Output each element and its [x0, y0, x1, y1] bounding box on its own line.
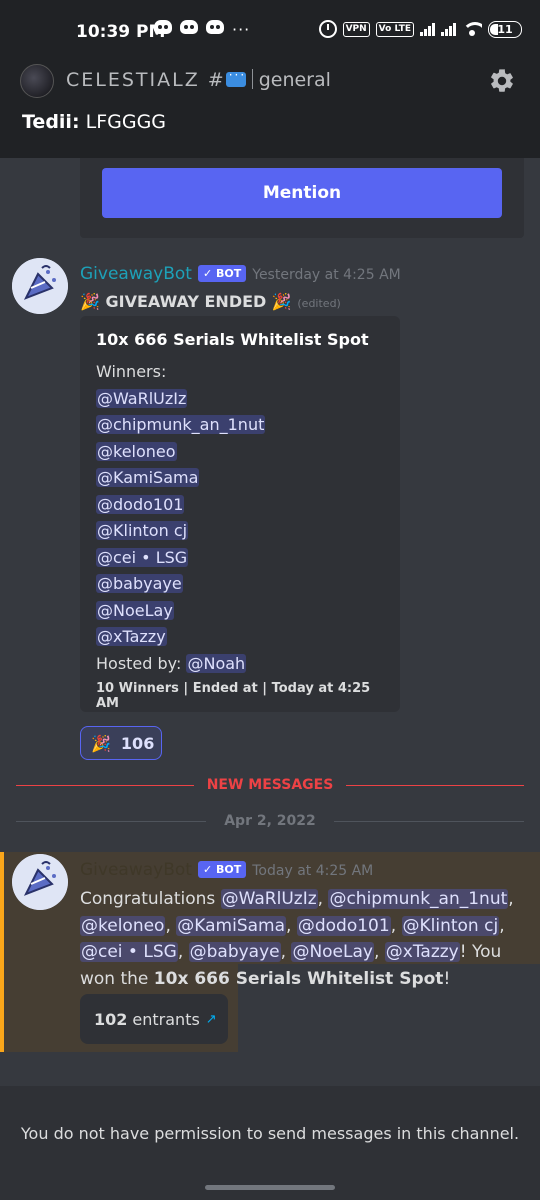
title-divider — [251, 69, 253, 89]
discord-notification-icon — [154, 20, 172, 34]
alarm-icon — [318, 20, 337, 38]
server-icon[interactable] — [20, 64, 54, 98]
date-label: Apr 2, 2022 — [224, 813, 316, 829]
entrants-link[interactable]: 102 entrants ↗ — [80, 994, 228, 1044]
user-mention[interactable]: @cei • LSG — [96, 547, 189, 567]
message-composer: You do not have permission to send messa… — [0, 1086, 540, 1200]
winners-label: Winners: — [96, 362, 167, 381]
home-indicator[interactable] — [205, 1185, 335, 1190]
signal-icon — [441, 22, 456, 36]
mention-button[interactable]: Mention — [102, 168, 502, 218]
prize-text: 10x 666 Serials Whitelist Spot — [153, 968, 444, 989]
user-mention[interactable]: @WaRlUzIz — [220, 889, 318, 909]
date-divider: Apr 2, 2022 — [16, 813, 524, 831]
user-mention[interactable]: @NoeLay — [96, 600, 174, 620]
discord-notification-icon — [206, 20, 224, 34]
user-mention[interactable]: @Klinton cj — [96, 521, 189, 540]
bot-avatar[interactable] — [12, 854, 68, 910]
topic-text: LFGGGG — [85, 111, 167, 133]
system-icons: VPN Vo LTE 11 — [318, 20, 522, 38]
end-punctuation: ! — [443, 968, 451, 989]
author-name[interactable]: GiveawayBot — [80, 860, 192, 880]
entrants-count: 102 — [94, 1009, 128, 1029]
bot-badge: ✓ BOT — [197, 265, 247, 282]
gear-icon[interactable] — [488, 67, 516, 95]
channel-name: general — [258, 69, 331, 91]
user-mention[interactable]: @WaRlUzIz — [96, 388, 188, 408]
message-header: GiveawayBot ✓ BOT Yesterday at 4:25 AM — [80, 264, 401, 284]
notification-icons — [154, 20, 224, 34]
signal-icon — [420, 22, 435, 36]
user-mention[interactable]: @xTazzy — [96, 627, 167, 646]
giveaway-ended-text: GIVEAWAY ENDED — [105, 292, 267, 311]
embed-footer: 10 Winners | Ended at | Today at 4:25 AM — [96, 681, 371, 711]
user-mention[interactable]: @dodo101 — [296, 915, 391, 936]
user-mention[interactable]: @chipmunk_an_1nut — [328, 889, 509, 909]
host-mention[interactable]: @Noah — [186, 653, 247, 673]
message-content: Congratulations @WaRlUzIz, @chipmunk_an_… — [80, 889, 514, 989]
bot-avatar[interactable] — [12, 258, 68, 314]
tada-reaction[interactable]: 🎉 106 — [80, 726, 162, 760]
more-notifications-icon: ··· — [232, 20, 251, 39]
battery-icon: 11 — [488, 20, 522, 38]
battery-level: 11 — [497, 22, 513, 36]
giveaway-embed: 10x 666 Serials Whitelist Spot Winners: … — [80, 316, 400, 712]
hosted-by-label: Hosted by: — [96, 653, 182, 673]
party-popper-icon — [12, 258, 68, 314]
user-mention[interactable]: @babyaye — [188, 942, 281, 962]
clock: 10:39 PM — [76, 22, 166, 42]
tada-icon: 🎉 — [271, 292, 292, 311]
congrats-text: Congratulations — [80, 889, 216, 909]
entrants-label: entrants — [132, 1009, 200, 1029]
user-mention[interactable]: @Klinton cj — [401, 915, 500, 936]
topic-author: Tedii: — [22, 111, 80, 133]
user-mention[interactable]: @dodo101 — [96, 494, 185, 514]
volte-icon: Vo LTE — [375, 21, 414, 37]
message-timestamp: Today at 4:25 AM — [252, 863, 374, 879]
vpn-icon: VPN — [342, 21, 370, 37]
status-bar: 10:39 PM ··· VPN Vo LTE 11 — [0, 0, 540, 62]
embed-body: Winners: @WaRlUzIz @chipmunk_an_1nut @ke… — [96, 359, 384, 677]
party-popper-icon — [12, 854, 68, 910]
user-mention[interactable]: @cei • LSG — [80, 942, 178, 962]
external-link-icon: ↗ — [205, 1011, 217, 1027]
user-mention[interactable]: @chipmunk_an_1nut — [96, 415, 266, 434]
user-mention[interactable]: @keloneo — [80, 915, 166, 936]
author-name[interactable]: GiveawayBot — [80, 264, 192, 284]
message-timestamp: Yesterday at 4:25 AM — [252, 267, 401, 283]
channel-header: CELESTIALZ # general Tedii: LFGGGG — [0, 62, 540, 158]
discord-notification-icon — [180, 20, 198, 34]
message-content: 🎉 GIVEAWAY ENDED 🎉 (edited) — [80, 292, 341, 311]
channel-topic[interactable]: Tedii: LFGGGG — [22, 111, 166, 133]
user-mention[interactable]: @xTazzy — [384, 942, 460, 962]
user-mention[interactable]: @keloneo — [96, 441, 177, 461]
server-name: CELESTIALZ # — [66, 69, 226, 91]
no-permission-notice: You do not have permission to send messa… — [20, 1124, 520, 1143]
user-mention[interactable]: @KamiSama — [176, 915, 287, 936]
user-mention[interactable]: @NoeLay — [291, 942, 374, 962]
tada-icon: 🎉 — [80, 292, 100, 311]
message-header: GiveawayBot ✓ BOT Today at 4:25 AM — [80, 860, 373, 880]
reaction-emoji: 🎉 — [91, 733, 111, 753]
chat-icon — [225, 68, 246, 87]
edited-label: (edited) — [297, 297, 341, 310]
channel-title[interactable]: CELESTIALZ # general — [66, 68, 331, 91]
reaction-count: 106 — [120, 733, 155, 753]
bot-badge: ✓ BOT — [197, 861, 247, 878]
new-messages-label: NEW MESSAGES — [206, 777, 334, 793]
new-messages-divider: NEW MESSAGES — [16, 777, 524, 795]
user-mention[interactable]: @babyaye — [96, 574, 183, 593]
embed-title: 10x 666 Serials Whitelist Spot — [96, 330, 369, 349]
wifi-icon — [462, 22, 482, 36]
user-mention[interactable]: @KamiSama — [96, 468, 200, 487]
